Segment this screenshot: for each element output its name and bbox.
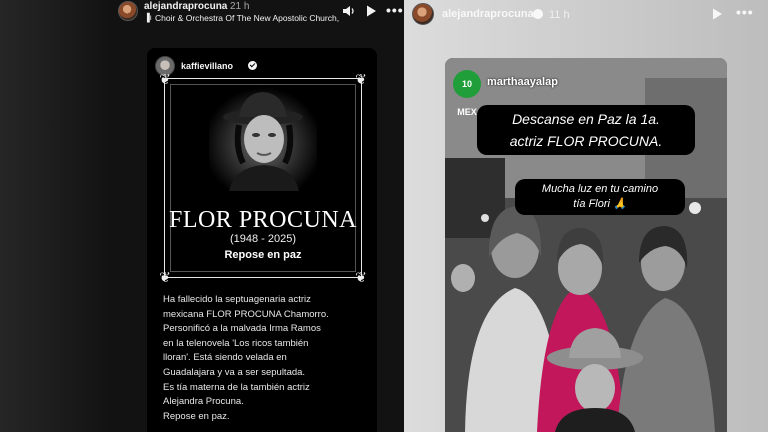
play-icon[interactable]	[710, 7, 724, 21]
ornament-icon: ❦	[159, 71, 171, 87]
caption-condolence: Descanse en Paz la 1a. actriz FLOR PROCU…	[477, 105, 695, 155]
body-line: Guadalajara y va a ser sepultada.	[163, 366, 306, 378]
more-icon[interactable]: •••	[736, 4, 754, 20]
body-line: Es tía materna de la también actriz	[163, 381, 310, 393]
obituary-years: (1948 - 2025)	[229, 233, 297, 245]
avatar[interactable]	[118, 1, 138, 21]
story-header: alejandraprocuna 21 h ▐ı Choir & Orchest…	[112, 0, 404, 28]
body-line: Repose en paz.	[163, 410, 230, 422]
story-photo: 10 MEX marthaayalap Descanse en Paz la 1…	[445, 58, 727, 432]
more-icon[interactable]: •••	[386, 2, 404, 18]
body-line: Alejandra Procuna.	[163, 396, 244, 408]
ornament-icon: ❦	[355, 71, 367, 87]
story-right: alejandraprocuna 11 h ••• 10 MEX marthaa…	[404, 0, 768, 432]
verified-icon	[248, 61, 257, 70]
sound-icon[interactable]	[342, 4, 356, 18]
ornament-icon: ❦	[355, 269, 367, 285]
caption-line: tía Flori 🙏	[573, 198, 627, 210]
post-username[interactable]: kaffievillano	[181, 61, 233, 71]
post-body: Ha fallecido la septuagenaria actriz mex…	[163, 293, 368, 424]
story-username[interactable]: alejandraprocuna	[442, 8, 534, 20]
obituary-post: kaffievillano ❦ ❦ ❦ ❦ FLOR PROCUNA (1948…	[147, 48, 377, 432]
story-username[interactable]: alejandraprocuna	[144, 1, 227, 12]
photo-username[interactable]: marthaayalap	[487, 76, 558, 88]
caption-message: Mucha luz en tu camino tía Flori 🙏	[515, 179, 685, 215]
ornament-icon: ❦	[159, 269, 171, 285]
body-line: Ha fallecido la septuagenaria actriz	[163, 294, 311, 305]
play-icon[interactable]	[364, 4, 378, 18]
caption-line: Mucha luz en tu camino	[541, 183, 659, 195]
story-timestamp: 11 h	[549, 9, 570, 21]
verified-icon	[533, 9, 543, 19]
story-left: alejandraprocuna 21 h ▐ı Choir & Orchest…	[0, 0, 404, 432]
music-track[interactable]: Choir & Orchestra Of The New Apostolic C…	[155, 13, 339, 23]
body-line: lloran'. Está siendo velada en	[163, 352, 287, 364]
music-note-icon: ▐ı	[144, 13, 152, 22]
caption-line: actriz FLOR PROCUNA.	[509, 133, 663, 149]
body-line: en la telenovela 'Los ricos también	[163, 337, 309, 349]
obituary-rest: Repose en paz	[224, 249, 302, 261]
caption-line: Descanse en Paz la 1a.	[512, 111, 660, 127]
story-timestamp: 21 h	[230, 1, 250, 12]
portrait	[209, 87, 317, 191]
brand-badge: 10 MEX	[453, 70, 481, 117]
obituary-name: FLOR PROCUNA	[168, 207, 358, 233]
body-line: Personificó a la malvada Irma Ramos	[163, 323, 321, 335]
body-line: mexicana FLOR PROCUNA Chamorro.	[163, 308, 329, 320]
avatar[interactable]	[412, 3, 434, 25]
memorial-frame: ❦ ❦ ❦ ❦ FLOR PROCUNA (1948 - 2025) Repos…	[159, 71, 367, 285]
